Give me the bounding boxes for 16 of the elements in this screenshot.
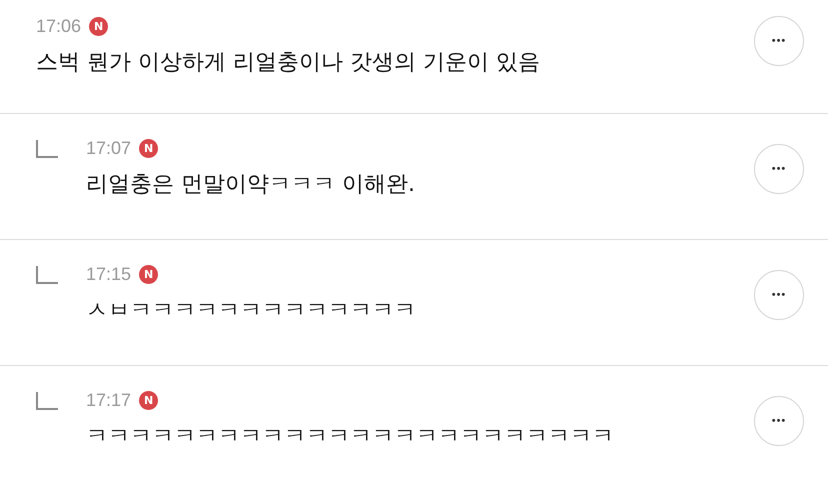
comment-time: 17:07	[86, 138, 132, 159]
new-badge: N	[139, 265, 158, 284]
new-badge: N	[139, 391, 158, 410]
new-badge: N	[139, 139, 158, 158]
more-button[interactable]: •••	[754, 270, 804, 320]
comment-text: ㅋㅋㅋㅋㅋㅋㅋㅋㅋㅋㅋㅋㅋㅋㅋㅋㅋㅋㅋㅋㅋㅋㅋㅋ	[86, 423, 615, 451]
more-button[interactable]: •••	[754, 16, 804, 66]
more-button[interactable]: •••	[754, 144, 804, 194]
new-badge: N	[89, 17, 108, 36]
comment-text: 리얼충은 먼말이약ㅋㅋㅋ 이해완.	[86, 171, 416, 199]
comment-text: 스벅 뭔가 이상하게 리얼충이나 갓생의 기운이 있음	[36, 49, 541, 77]
comment-text: ㅅㅂㅋㅋㅋㅋㅋㅋㅋㅋㅋㅋㅋㅋㅋ	[86, 297, 417, 325]
comment-time: 17:06	[36, 16, 82, 37]
comment-time: 17:15	[86, 264, 132, 285]
more-button[interactable]: •••	[754, 396, 804, 446]
comment-time: 17:17	[86, 390, 132, 411]
